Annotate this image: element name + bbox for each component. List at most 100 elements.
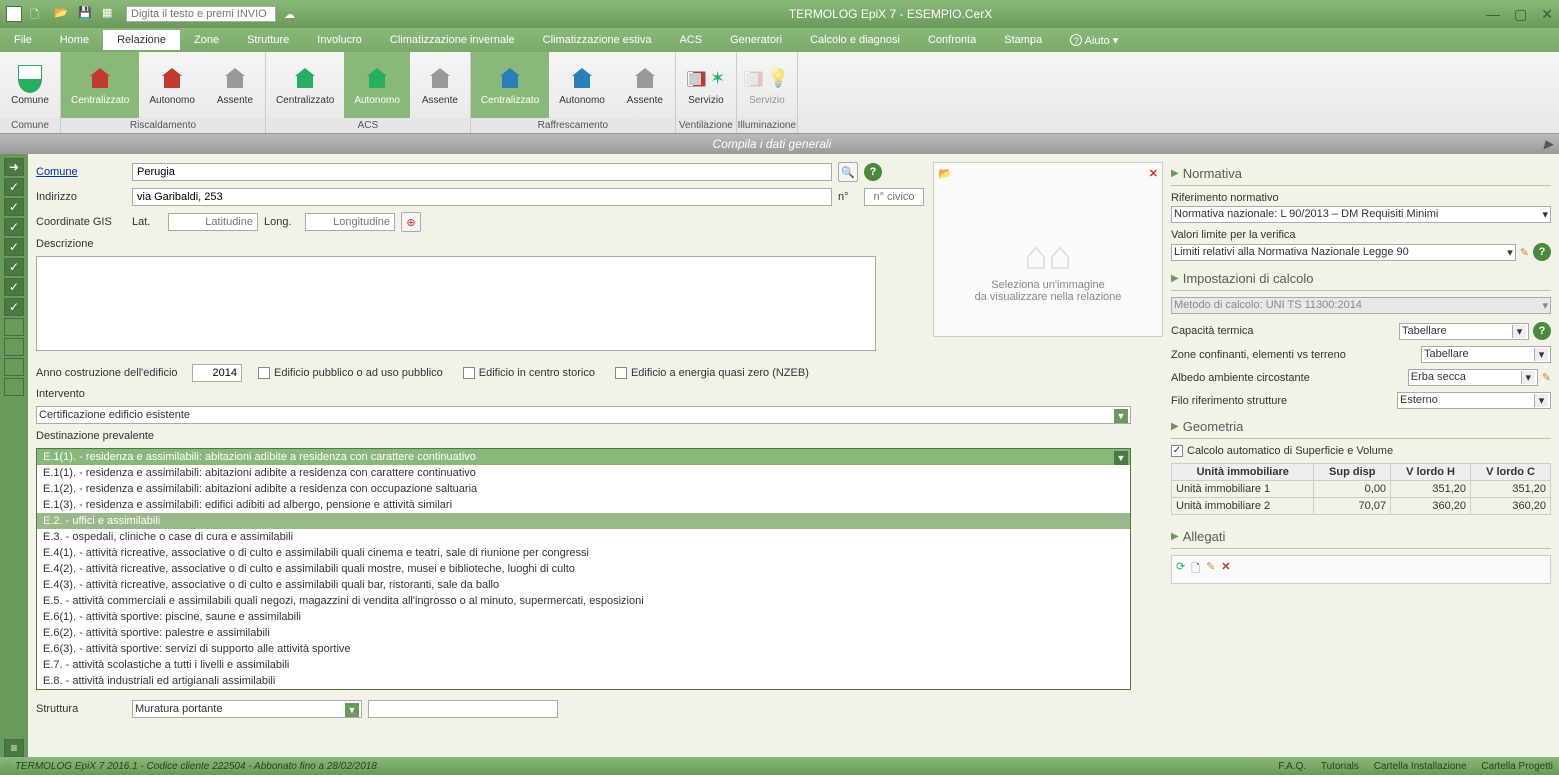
dropdown-item[interactable]: E.1(1). - residenza e assimilabili: abit… bbox=[37, 465, 1130, 481]
ribbon-risc-assente[interactable]: Assente bbox=[205, 52, 265, 118]
chk-pubblico[interactable] bbox=[258, 367, 270, 379]
minimize-button[interactable]: — bbox=[1486, 6, 1500, 23]
comune-input[interactable] bbox=[132, 163, 832, 181]
dropdown-item[interactable]: E.7. - attività scolastiche a tutti i li… bbox=[37, 657, 1130, 673]
edit-icon[interactable]: ✎ bbox=[1206, 560, 1215, 579]
dropdown-item[interactable]: E.8. - attività industriali ed artigiana… bbox=[37, 673, 1130, 689]
dropdown-item[interactable]: E.5. - attività commerciali e assimilabi… bbox=[37, 593, 1130, 609]
valori-select[interactable]: Limiti relativi alla Normativa Nazionale… bbox=[1171, 244, 1516, 261]
link-cartella-install[interactable]: Cartella Installazione bbox=[1374, 761, 1467, 772]
sidebar-check-1[interactable]: ✓ bbox=[4, 178, 24, 196]
chk-nzeb[interactable] bbox=[615, 367, 627, 379]
section-normativa[interactable]: ▶Normativa bbox=[1171, 162, 1551, 186]
home-icon[interactable]: ⌂ bbox=[6, 761, 12, 772]
search-button[interactable]: 🔍 bbox=[838, 162, 858, 182]
dropdown-item[interactable]: E.6(2). - attività sportive: palestre e … bbox=[37, 625, 1130, 641]
table-row[interactable]: Unità immobiliare 270,07360,20360,20 bbox=[1172, 498, 1551, 515]
struttura-extra-input[interactable] bbox=[368, 700, 558, 718]
tab-home[interactable]: Home bbox=[46, 30, 103, 50]
link-cartella-progetti[interactable]: Cartella Progetti bbox=[1481, 761, 1553, 772]
help-icon[interactable]: ? bbox=[1533, 322, 1551, 340]
anno-input[interactable] bbox=[192, 364, 242, 382]
tab-generatori[interactable]: Generatori bbox=[716, 30, 796, 50]
ribbon-acs-centralizzato[interactable]: Centralizzato bbox=[266, 52, 344, 118]
target-button[interactable]: ⊕ bbox=[401, 212, 421, 232]
dropdown-item[interactable]: E.3. - ospedali, cliniche o case di cura… bbox=[37, 529, 1130, 545]
long-input[interactable] bbox=[305, 213, 395, 231]
dropdown-item[interactable]: E.4(1). - attività ricreative, associati… bbox=[37, 545, 1130, 561]
sidebar-list-icon[interactable]: ≡ bbox=[4, 739, 24, 757]
zone-select[interactable]: Tabellare▾ bbox=[1421, 346, 1551, 363]
sidebar-check-3[interactable]: ✓ bbox=[4, 218, 24, 236]
tab-strutture[interactable]: Strutture bbox=[233, 30, 303, 50]
maximize-button[interactable]: ▢ bbox=[1514, 6, 1527, 23]
sidebar-empty-2[interactable] bbox=[4, 338, 24, 356]
sidebar-arrow[interactable]: ➜ bbox=[4, 158, 24, 176]
link-tutorials[interactable]: Tutorials bbox=[1321, 761, 1359, 772]
dropdown-item[interactable]: E.6(1). - attività sportive: piscine, sa… bbox=[37, 609, 1130, 625]
dropdown-selected[interactable]: E.1(1). - residenza e assimilabili: abit… bbox=[37, 449, 1130, 465]
ribbon-raff-autonomo[interactable]: Autonomo bbox=[549, 52, 615, 118]
tab-confronta[interactable]: Confronta bbox=[914, 30, 990, 50]
dropdown-item[interactable]: E.1(3). - residenza e assimilabili: edif… bbox=[37, 497, 1130, 513]
delete-icon[interactable]: ✕ bbox=[1221, 560, 1230, 579]
ribbon-raff-assente[interactable]: Assente bbox=[615, 52, 675, 118]
close-button[interactable]: ✕ bbox=[1541, 6, 1553, 23]
tab-clim-invernale[interactable]: Climatizzazione invernale bbox=[376, 30, 529, 50]
lat-input[interactable] bbox=[168, 213, 258, 231]
albedo-select[interactable]: Erba secca▾ bbox=[1408, 369, 1538, 386]
delete-icon[interactable]: ✕ bbox=[1149, 167, 1158, 180]
new-icon[interactable]: 🗋 bbox=[30, 6, 46, 22]
sidebar-empty-1[interactable] bbox=[4, 318, 24, 336]
tab-file[interactable]: File bbox=[0, 30, 46, 50]
ribbon-raff-centralizzato[interactable]: Centralizzato bbox=[471, 52, 549, 118]
tab-calcolo[interactable]: Calcolo e diagnosi bbox=[796, 30, 914, 50]
indirizzo-input[interactable] bbox=[132, 188, 832, 206]
chk-geo-auto[interactable] bbox=[1171, 445, 1183, 457]
sidebar-check-7[interactable]: ✓ bbox=[4, 298, 24, 316]
sidebar-empty-4[interactable] bbox=[4, 378, 24, 396]
refresh-icon[interactable]: ⟳ bbox=[1176, 560, 1185, 579]
new-doc-icon[interactable]: 🗋 bbox=[1191, 560, 1200, 579]
comune-label[interactable]: Comune bbox=[36, 166, 126, 178]
ribbon-risc-autonomo[interactable]: Autonomo bbox=[139, 52, 205, 118]
help-icon[interactable]: ? bbox=[1533, 243, 1551, 261]
dropdown-item[interactable]: E.1(2). - residenza e assimilabili: abit… bbox=[37, 481, 1130, 497]
dropdown-item[interactable]: E.4(2). - attività ricreative, associati… bbox=[37, 561, 1130, 577]
ribbon-ventilazione[interactable]: NO✶Servizio bbox=[676, 52, 736, 118]
collapse-arrow-icon[interactable]: ▶ bbox=[1544, 134, 1559, 154]
tab-involucro[interactable]: Involucro bbox=[303, 30, 376, 50]
calendar-icon[interactable]: ▦ bbox=[102, 6, 118, 22]
cloud-icon[interactable]: ☁ bbox=[284, 8, 295, 21]
n-civico-input[interactable] bbox=[864, 188, 924, 206]
section-impostazioni[interactable]: ▶Impostazioni di calcolo bbox=[1171, 267, 1551, 291]
section-geometria[interactable]: ▶Geometria bbox=[1171, 415, 1551, 439]
sidebar-check-6[interactable]: ✓ bbox=[4, 278, 24, 296]
rif-select[interactable]: Normativa nazionale: L 90/2013 – DM Requ… bbox=[1171, 206, 1551, 223]
chk-storico[interactable] bbox=[463, 367, 475, 379]
destinazione-dropdown[interactable]: E.1(1). - residenza e assimilabili: abit… bbox=[36, 448, 1131, 690]
struttura-select[interactable]: Muratura portante ▼ bbox=[132, 700, 362, 718]
help-icon[interactable]: ? bbox=[864, 163, 882, 181]
sidebar-empty-3[interactable] bbox=[4, 358, 24, 376]
edit-icon[interactable]: ✎ bbox=[1520, 246, 1529, 259]
ribbon-comune[interactable]: Comune bbox=[0, 52, 60, 118]
tab-aiuto[interactable]: ? Aiuto ▾ bbox=[1056, 30, 1132, 51]
tab-stampa[interactable]: Stampa bbox=[990, 30, 1056, 50]
intervento-select[interactable]: Certificazione edificio esistente ▼ bbox=[36, 406, 1131, 424]
table-row[interactable]: Unità immobiliare 10,00351,20351,20 bbox=[1172, 481, 1551, 498]
folder-icon[interactable]: 📂 bbox=[938, 167, 952, 180]
tab-zone[interactable]: Zone bbox=[180, 30, 233, 50]
sidebar-check-4[interactable]: ✓ bbox=[4, 238, 24, 256]
dropdown-item[interactable]: E.6(3). - attività sportive: servizi di … bbox=[37, 641, 1130, 657]
edit-icon[interactable]: ✎ bbox=[1542, 371, 1551, 384]
link-faq[interactable]: F.A.Q. bbox=[1278, 761, 1306, 772]
ribbon-acs-autonomo[interactable]: Autonomo bbox=[344, 52, 410, 118]
sidebar-check-5[interactable]: ✓ bbox=[4, 258, 24, 276]
section-allegati[interactable]: ▶Allegati bbox=[1171, 525, 1551, 549]
dropdown-item[interactable]: E.2. - uffici e assimilabili bbox=[37, 513, 1130, 529]
cap-select[interactable]: Tabellare▾ bbox=[1399, 323, 1529, 340]
tab-acs[interactable]: ACS bbox=[665, 30, 716, 50]
tab-relazione[interactable]: Relazione bbox=[103, 30, 180, 50]
save-icon[interactable]: 💾 bbox=[78, 6, 94, 22]
